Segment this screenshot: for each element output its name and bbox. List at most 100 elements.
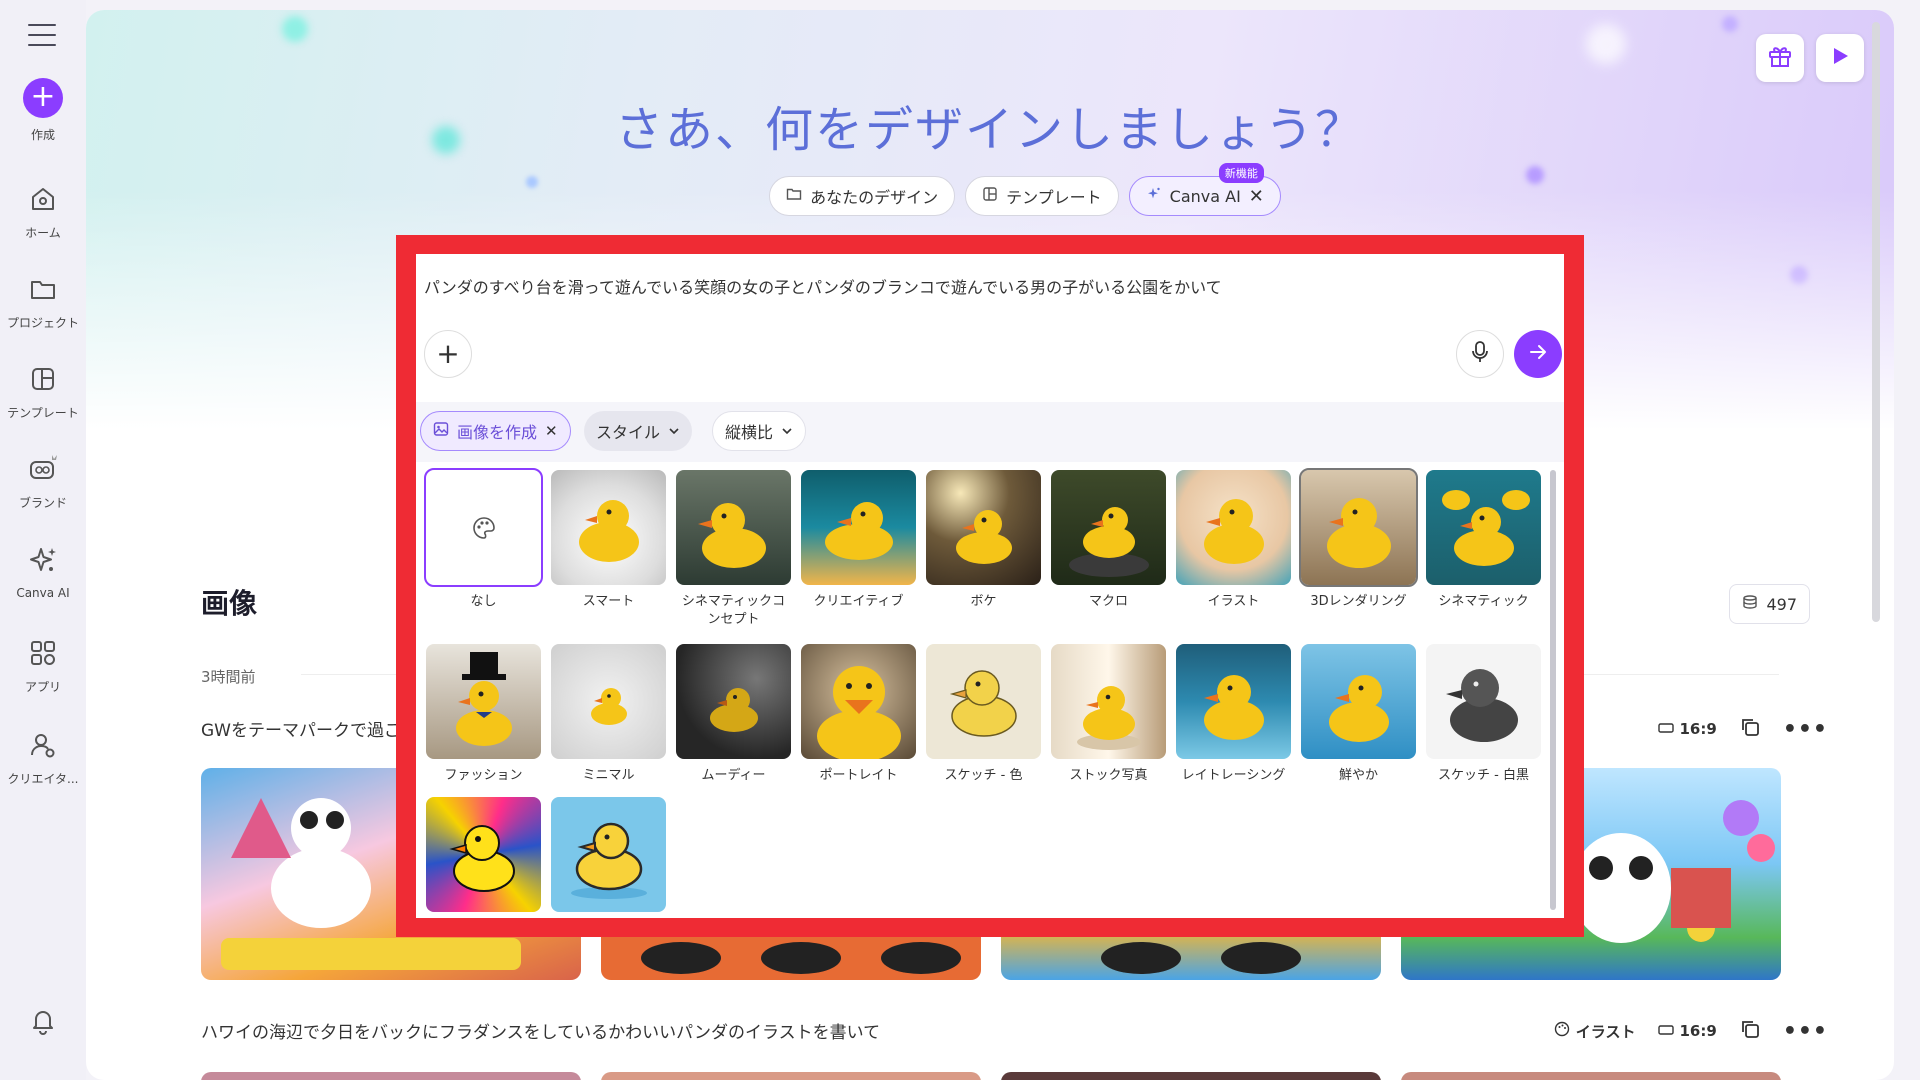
copy-icon[interactable] xyxy=(1739,1018,1761,1044)
style-tile[interactable]: レイトレーシング xyxy=(1176,644,1291,785)
template-icon xyxy=(982,186,998,206)
duck-image xyxy=(1426,470,1541,585)
hero-title: さあ、何をデザインしましょう？ xyxy=(614,102,1365,158)
chevron-down-icon xyxy=(668,422,680,441)
new-badge: 新機能 xyxy=(1218,163,1264,183)
style-label: ポートレイト xyxy=(819,768,898,783)
sidebar-item-creator[interactable]: クリエイタ... xyxy=(0,728,86,787)
tab-label: テンプレート xyxy=(1006,188,1102,207)
tab-label: あなたのデザイン xyxy=(810,188,939,207)
sidebar-item-apps[interactable]: アプリ xyxy=(0,636,86,695)
style-label: なし xyxy=(470,594,497,609)
style-label: ムーディー xyxy=(701,768,766,783)
palette-icon xyxy=(424,468,543,587)
aspect-dropdown[interactable]: 縦横比 xyxy=(712,411,807,451)
sidebar-item-canva-ai[interactable]: Canva AI xyxy=(0,544,86,600)
style-label: イラスト xyxy=(1575,1022,1636,1041)
submit-button[interactable] xyxy=(1514,330,1562,378)
style-tile[interactable]: シネマティック xyxy=(1426,470,1541,611)
style-label: 鮮やか xyxy=(1338,768,1378,783)
sidebar-item-label: テンプレート xyxy=(7,406,79,420)
style-label: レイトレーシング xyxy=(1181,768,1286,783)
style-tile[interactable]: スケッチ - 色 xyxy=(926,644,1041,785)
add-button[interactable]: + xyxy=(424,330,472,378)
copy-icon[interactable] xyxy=(1739,716,1761,742)
style-tile[interactable]: 鮮やか xyxy=(1301,644,1416,785)
style-tile[interactable]: イラスト xyxy=(1176,470,1291,611)
style-tile[interactable]: スマート xyxy=(551,470,666,611)
tab-canva-ai[interactable]: 新機能 Canva AI ✕ xyxy=(1128,163,1281,216)
notifications-button[interactable] xyxy=(0,1004,86,1038)
menu-icon[interactable] xyxy=(28,24,56,46)
sidebar-item-label: クリエイタ... xyxy=(7,772,79,786)
row-meta: イラスト 16:9 ••• xyxy=(1554,1018,1828,1044)
style-tile[interactable]: スケッチ - 白黒 xyxy=(1426,644,1541,785)
style-grid-scrollbar[interactable] xyxy=(1550,470,1556,910)
close-icon[interactable]: ✕ xyxy=(545,422,558,440)
duck-image xyxy=(1051,644,1166,759)
play-button[interactable] xyxy=(1816,34,1864,82)
tab-your-designs[interactable]: あなたのデザイン xyxy=(769,176,956,216)
style-tile[interactable]: ミニマル xyxy=(551,644,666,785)
sidebar-item-label: プロジェクト xyxy=(6,316,79,330)
sparkle-icon xyxy=(26,544,60,578)
style-tile[interactable] xyxy=(426,797,541,918)
sidebar-item-label: ブランド xyxy=(18,496,67,510)
style-tile[interactable]: マクロ xyxy=(1051,470,1166,611)
close-icon[interactable]: ✕ xyxy=(1249,186,1264,207)
aspect-chip: 16:9 xyxy=(1657,720,1717,738)
sidebar-item-label: ホーム xyxy=(25,226,61,240)
palette-icon xyxy=(1554,1021,1570,1041)
style-tile[interactable]: ムーディー xyxy=(676,644,791,785)
result-image[interactable] xyxy=(1401,1072,1781,1080)
sidebar-item-label: アプリ xyxy=(24,680,61,694)
style-tile[interactable]: ポートレイト xyxy=(801,644,916,785)
section-title: 画像 xyxy=(201,587,258,620)
duck-image xyxy=(551,797,666,912)
folder-icon xyxy=(26,272,60,306)
style-tile[interactable]: ファッション xyxy=(426,644,541,785)
chip-label: スタイル xyxy=(596,423,661,442)
more-icon[interactable]: ••• xyxy=(1783,1019,1828,1044)
sidebar-item-brand[interactable]: ブランド xyxy=(0,452,86,511)
sidebar-item-home[interactable]: ホーム xyxy=(0,182,86,241)
style-tile[interactable]: クリエイティブ xyxy=(801,470,916,611)
gift-button[interactable] xyxy=(1756,34,1804,82)
prompt-panel: パンダのすべり台を滑って遊んでいる笑顔の女の子とパンダのブランコで遊んでいる男の… xyxy=(416,254,1564,918)
style-tile[interactable]: 3Dレンダリング xyxy=(1299,468,1418,611)
result-image[interactable] xyxy=(1001,1072,1381,1080)
style-tile[interactable]: ボケ xyxy=(926,470,1041,611)
prompt-input[interactable]: パンダのすべり台を滑って遊んでいる笑顔の女の子とパンダのブランコで遊んでいる男の… xyxy=(424,274,1222,298)
result-image[interactable] xyxy=(201,1072,581,1080)
tab-label: Canva AI xyxy=(1169,186,1241,206)
result-image[interactable] xyxy=(601,1072,981,1080)
mic-button[interactable] xyxy=(1456,330,1504,378)
image-icon xyxy=(433,421,449,441)
mode-tabs: あなたのデザイン テンプレート 新機能 Canva AI ✕ xyxy=(86,163,1894,216)
duck-image xyxy=(551,644,666,759)
more-icon[interactable]: ••• xyxy=(1783,717,1828,742)
style-tile[interactable]: ストック写真 xyxy=(1051,644,1166,785)
page-scrollbar[interactable] xyxy=(1872,22,1880,622)
style-dropdown[interactable]: スタイル xyxy=(584,411,693,451)
create-image-chip[interactable]: 画像を作成 ✕ xyxy=(420,411,571,451)
brand-icon xyxy=(26,452,60,486)
sidebar-item-create[interactable]: + 作成 xyxy=(0,78,86,143)
sidebar-item-templates[interactable]: テンプレート xyxy=(0,362,86,421)
duck-image xyxy=(926,470,1041,585)
duck-image xyxy=(426,644,541,759)
tab-templates[interactable]: テンプレート xyxy=(965,176,1119,216)
sidebar-item-label: 作成 xyxy=(30,128,55,142)
style-none[interactable]: なし xyxy=(424,468,543,611)
duck-image xyxy=(926,644,1041,759)
style-tile[interactable] xyxy=(551,797,666,918)
time-label: 3時間前 xyxy=(201,668,256,686)
style-label: シネマティックコンセプト xyxy=(681,594,786,627)
style-tile[interactable]: シネマティックコンセプト xyxy=(676,470,791,629)
image-prompt: GWをテーマパークで過ご xyxy=(201,721,401,741)
duck-image xyxy=(1299,468,1418,587)
sidebar-item-projects[interactable]: プロジェクト xyxy=(0,272,86,331)
duck-image xyxy=(801,644,916,759)
duck-image xyxy=(426,797,541,912)
chip-label: 画像を作成 xyxy=(457,423,538,442)
